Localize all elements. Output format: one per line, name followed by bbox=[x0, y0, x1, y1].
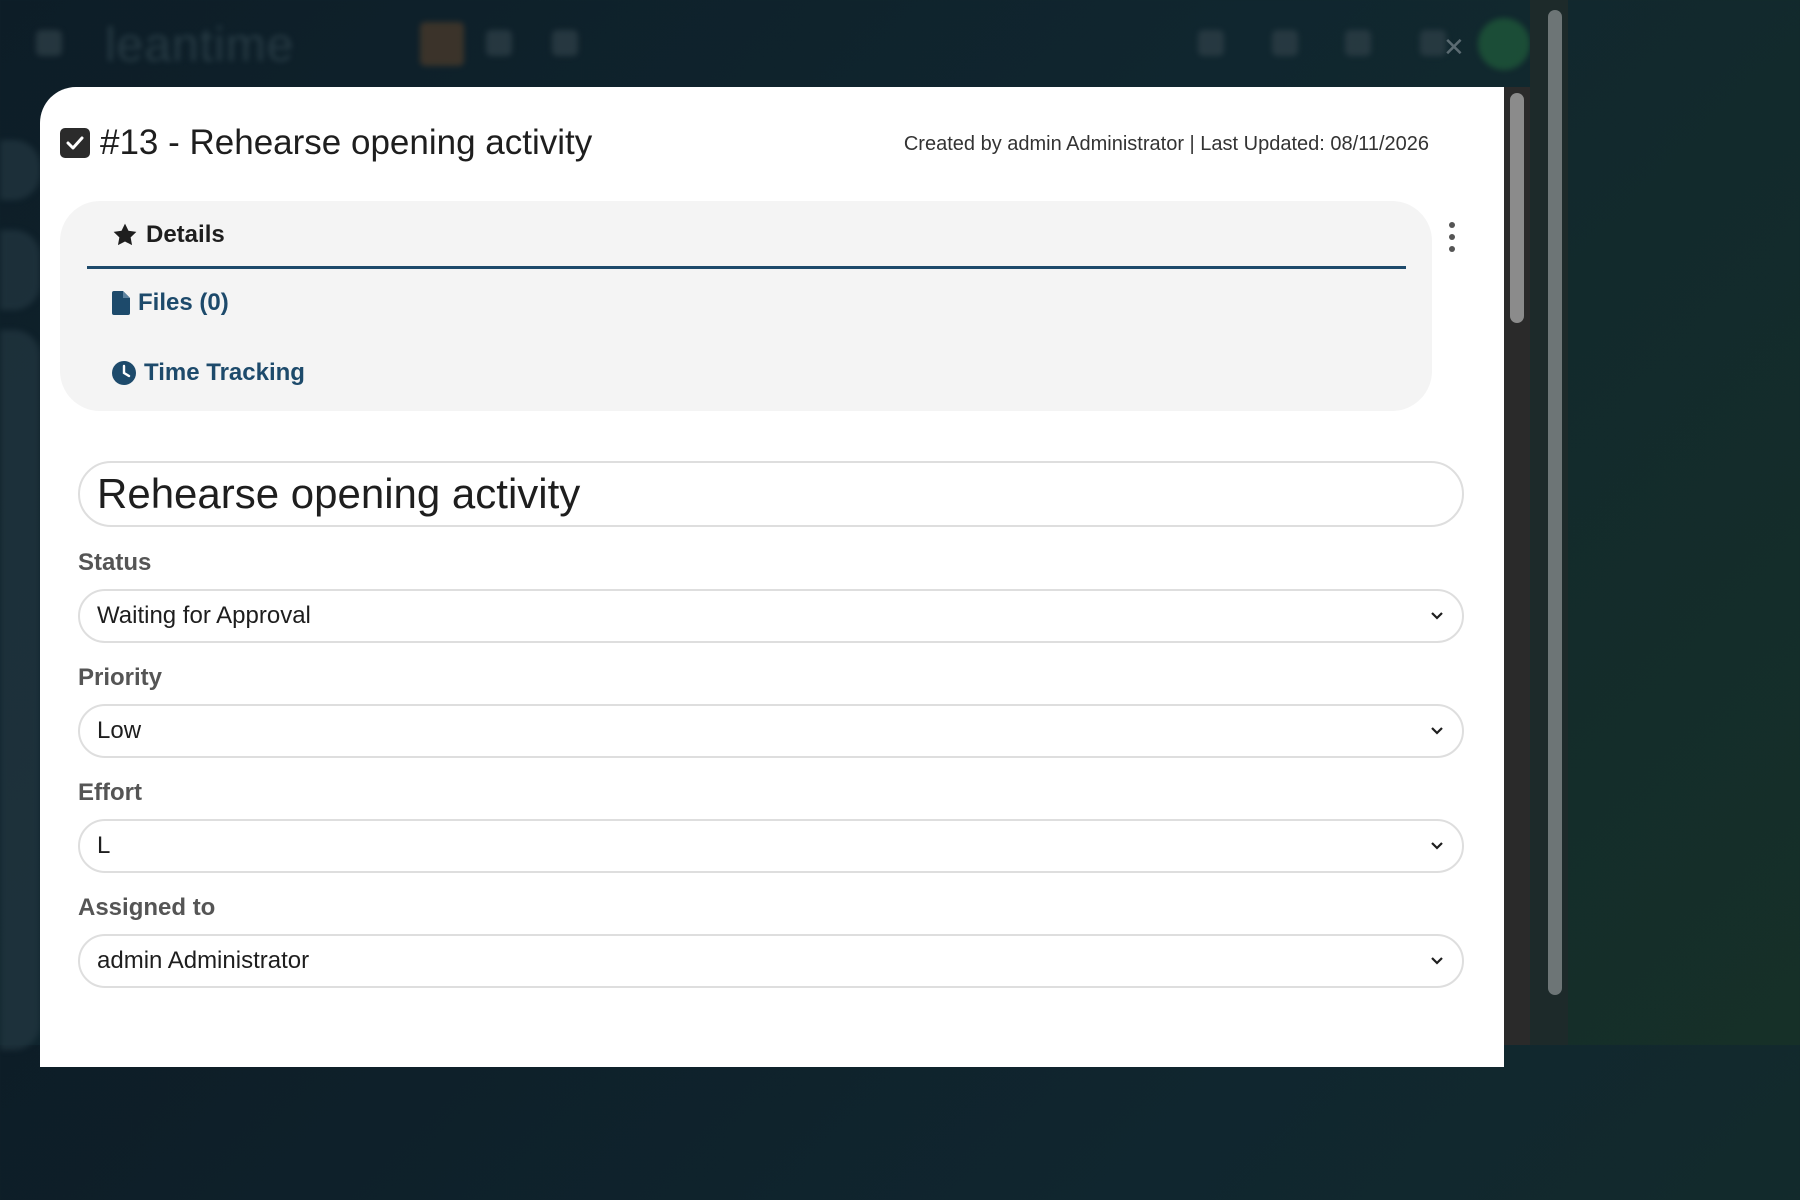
tab-time-tracking[interactable]: Time Tracking bbox=[112, 359, 305, 387]
priority-select[interactable]: Low bbox=[78, 704, 1464, 758]
chevron-down-icon bbox=[1430, 841, 1444, 851]
effort-select[interactable]: L bbox=[78, 819, 1464, 873]
more-options-icon[interactable] bbox=[1442, 220, 1462, 254]
project-icon bbox=[420, 22, 464, 66]
background-sidebar-item bbox=[0, 230, 40, 310]
background-sidebar-panel bbox=[0, 330, 40, 1050]
background-sidebar-item bbox=[0, 140, 40, 200]
tab-label: Time Tracking bbox=[144, 359, 305, 386]
effort-label: Effort bbox=[78, 779, 142, 806]
assigned-value: admin Administrator bbox=[97, 947, 310, 974]
search-icon bbox=[486, 30, 512, 56]
ticket-name-input[interactable] bbox=[78, 461, 1464, 527]
status-select[interactable]: Waiting for Approval bbox=[78, 589, 1464, 643]
tab-label: Details bbox=[146, 221, 225, 248]
avatar bbox=[1478, 18, 1530, 70]
chevron-down-icon bbox=[1430, 956, 1444, 966]
file-icon bbox=[112, 291, 130, 315]
ticket-title: #13 - Rehearse opening activity bbox=[100, 123, 593, 162]
menu-icon bbox=[36, 30, 62, 56]
clock-icon bbox=[112, 361, 136, 385]
modal-title-row: #13 - Rehearse opening activity bbox=[60, 123, 592, 163]
assigned-select[interactable]: admin Administrator bbox=[78, 934, 1464, 988]
notification-icon bbox=[1345, 30, 1371, 56]
assigned-label: Assigned to bbox=[78, 894, 216, 921]
background-app-header: leantime bbox=[0, 0, 1568, 88]
ticket-meta: Created by admin Administrator | Last Up… bbox=[903, 133, 1429, 155]
close-icon[interactable]: ✕ bbox=[1443, 32, 1465, 63]
status-label: Status bbox=[78, 549, 152, 576]
bell-icon bbox=[1272, 30, 1298, 56]
checkbox-icon bbox=[60, 128, 90, 158]
effort-value: L bbox=[97, 832, 111, 859]
tab-details[interactable]: Details bbox=[112, 221, 225, 249]
star-icon bbox=[112, 222, 138, 248]
active-tab-underline bbox=[87, 266, 1406, 269]
tabs-panel: Details Files (0) Time Tracking bbox=[60, 201, 1432, 411]
ticket-modal: #13 - Rehearse opening activity Created … bbox=[40, 87, 1504, 1067]
tab-files[interactable]: Files (0) bbox=[112, 289, 229, 317]
priority-label: Priority bbox=[78, 664, 163, 691]
app-logo: leantime bbox=[105, 19, 295, 72]
chevron-down-icon bbox=[1430, 726, 1444, 736]
status-value: Waiting for Approval bbox=[97, 602, 311, 629]
page-scrollbar[interactable] bbox=[1548, 10, 1562, 995]
home-icon bbox=[1198, 30, 1224, 56]
chevron-down-icon bbox=[1430, 611, 1444, 621]
priority-value: Low bbox=[97, 717, 142, 744]
bookmark-icon bbox=[552, 30, 578, 56]
modal-scrollbar-thumb[interactable] bbox=[1510, 93, 1524, 323]
tab-label: Files (0) bbox=[138, 289, 229, 316]
